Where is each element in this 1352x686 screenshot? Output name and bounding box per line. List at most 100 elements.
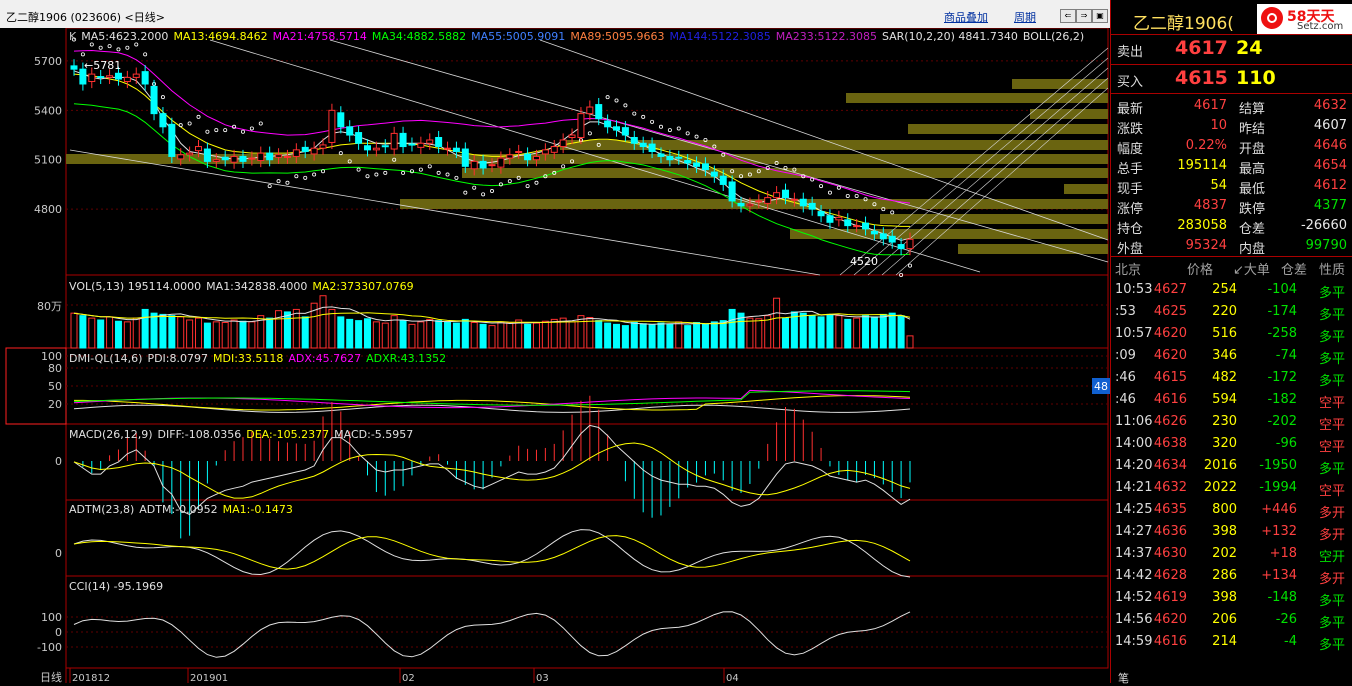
- macd-indicator-1: DIFF:-108.0356: [157, 428, 242, 441]
- quote-label: 跌停: [1239, 202, 1266, 217]
- sar-dot: [374, 172, 379, 177]
- tick-volume: 254: [1212, 282, 1237, 297]
- quote-row: 外盘 95324 内盘 99790: [1111, 236, 1352, 257]
- tick-row: 14:56 4620 206 -26 多平: [1111, 609, 1352, 631]
- volume-bar: [550, 318, 558, 349]
- candle-body: [630, 137, 638, 144]
- sar-dot: [356, 167, 361, 172]
- tick-nature: 多平: [1319, 330, 1346, 345]
- tick-nature: 多平: [1319, 594, 1346, 609]
- vol-indicator-1: MA1:342838.4000: [206, 280, 308, 293]
- candle-body: [230, 155, 238, 163]
- tick-price: 4627: [1153, 282, 1187, 297]
- tick-row: 14:27 4636 398 +132 多开: [1111, 521, 1352, 543]
- buy-volume: 110: [1236, 67, 1276, 89]
- candle-body: [435, 137, 443, 148]
- symbol-name: 乙二醇1906(: [1133, 14, 1234, 34]
- candle-body: [123, 76, 131, 83]
- quote-label: 最高: [1239, 162, 1266, 177]
- volume-bar: [497, 321, 505, 349]
- candle-body: [550, 146, 558, 153]
- sar-dot: [641, 114, 646, 119]
- volume-bar: [292, 308, 300, 349]
- candle-body: [390, 132, 398, 150]
- k-axis-label: 5700: [34, 55, 62, 68]
- adtm-indicator-0: ADTM(23,8): [69, 503, 135, 516]
- sar-dot: [125, 45, 130, 50]
- tick-time: 10:53: [1115, 282, 1153, 297]
- volume-bar: [853, 317, 861, 349]
- collapse-icon[interactable]: ▣: [1092, 9, 1108, 23]
- sar-dot: [294, 174, 299, 179]
- candle-body: [461, 148, 469, 167]
- k-indicator-4: MA34:4882.5882: [371, 30, 467, 43]
- candle-body: [426, 139, 434, 144]
- tick-time: 14:00: [1115, 436, 1153, 451]
- sar-dot: [819, 184, 824, 189]
- candle-body: [346, 126, 354, 136]
- candle-body: [675, 156, 683, 159]
- candle-body: [844, 219, 852, 227]
- volume-bar: [470, 321, 478, 349]
- tick-volume: 202: [1212, 546, 1237, 561]
- volume-bar: [328, 308, 336, 349]
- tick-price: 4638: [1153, 436, 1187, 451]
- volume-bar: [666, 323, 674, 349]
- quote-value: 54: [1210, 178, 1227, 193]
- cci-indicator-line: CCI(14) -95.1969: [69, 580, 168, 593]
- quote-value: 195114: [1177, 158, 1227, 173]
- period-link[interactable]: 周期: [1014, 9, 1036, 25]
- candle-body: [817, 211, 825, 217]
- next-arrow-icon[interactable]: ⇒: [1076, 9, 1092, 23]
- volume-bar: [515, 319, 523, 349]
- sar-dot: [116, 47, 121, 52]
- candle-body: [568, 134, 576, 139]
- tick-nature: 空平: [1319, 440, 1346, 455]
- bottom-tab[interactable]: 笔: [1118, 670, 1129, 686]
- volume-bar: [275, 310, 283, 349]
- sar-dot: [196, 114, 201, 119]
- candle-body: [524, 153, 532, 161]
- volume-bar: [826, 313, 834, 349]
- sar-dot: [614, 98, 619, 103]
- tick-row: 14:00 4638 320 -96 空平: [1111, 433, 1352, 455]
- sar-dot: [587, 131, 592, 136]
- tick-nature: 空开: [1319, 550, 1346, 565]
- candle-body: [337, 112, 345, 128]
- volume-profile-bar: [880, 214, 1108, 224]
- sar-dot: [249, 126, 254, 131]
- vol-axis-label: 80万: [37, 300, 62, 313]
- volume-bar: [79, 315, 87, 349]
- date-axis-label: 03: [536, 673, 549, 683]
- candle-body: [621, 127, 629, 136]
- tick-row: 14:20 4634 2016 -1950 多平: [1111, 455, 1352, 477]
- volume-bar: [444, 321, 452, 349]
- prev-arrow-icon[interactable]: ⇐: [1060, 9, 1076, 23]
- overlay-link[interactable]: 商品叠加: [944, 9, 988, 25]
- candle-body: [444, 147, 452, 150]
- sar-dot: [908, 263, 913, 268]
- tick-price: 4632: [1153, 480, 1187, 495]
- date-axis-label: 04: [726, 673, 739, 683]
- tick-nature: 多平: [1319, 308, 1346, 323]
- candle-body: [132, 73, 140, 78]
- volume-bar: [363, 318, 371, 349]
- candle-body: [853, 225, 861, 228]
- volume-bar: [88, 317, 96, 349]
- sar-dot: [845, 193, 850, 198]
- volume-bar: [97, 319, 105, 349]
- tick-volume: 206: [1212, 612, 1237, 627]
- tick-oi-change: -172: [1267, 370, 1297, 385]
- volume-bar: [621, 325, 629, 349]
- tick-row: 14:25 4635 800 +446 多开: [1111, 499, 1352, 521]
- date-axis-label: 02: [402, 673, 415, 683]
- quote-row: 幅度 0.22% 开盘 4646: [1111, 136, 1352, 157]
- adtm-indicator-line: ADTM(23,8) ADTM:-0.0952 MA1:-0.1473: [69, 503, 298, 516]
- buy-row: 买入 4615 110: [1111, 65, 1352, 93]
- volume-bar: [844, 318, 852, 349]
- sar-dot: [80, 52, 85, 57]
- cci-indicator-0: CCI(14) -95.1969: [69, 580, 164, 593]
- date-axis-label: 201901: [190, 673, 228, 683]
- volume-bar: [248, 321, 256, 349]
- sar-dot: [143, 52, 148, 57]
